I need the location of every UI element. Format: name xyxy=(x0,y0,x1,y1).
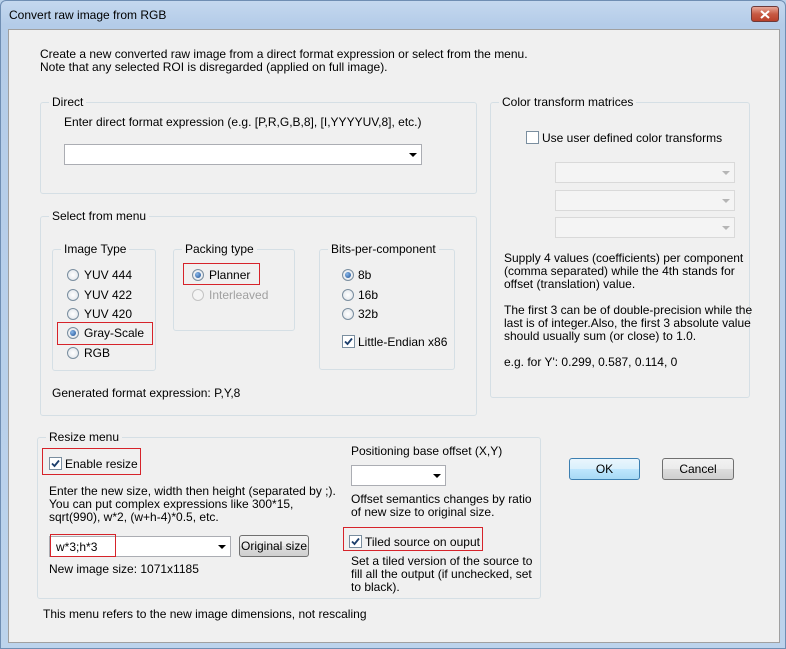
gray-scale-highlight xyxy=(57,322,153,345)
radio-16b[interactable] xyxy=(342,289,354,301)
cancel-button[interactable]: Cancel xyxy=(662,458,734,480)
color-transform-group-label: Color transform matrices xyxy=(499,95,637,109)
color-transform-group: Color transform matrices xyxy=(490,95,750,398)
close-button[interactable] xyxy=(751,6,779,22)
chevron-down-icon[interactable] xyxy=(433,474,441,478)
image-type-label: Image Type xyxy=(61,242,130,256)
dialog-window: Convert raw image from RGB Create a new … xyxy=(0,0,786,649)
little-endian-checkbox[interactable] xyxy=(342,335,355,348)
radio-interleaved[interactable] xyxy=(192,289,204,301)
packing-type-label: Packing type xyxy=(182,242,257,256)
direct-prompt: Enter direct format expression (e.g. [P,… xyxy=(64,115,422,129)
dialog-client-area: Create a new converted raw image from a … xyxy=(8,29,780,643)
chevron-down-icon xyxy=(722,171,730,175)
positioning-offset-combobox[interactable] xyxy=(351,465,446,486)
color-transform-combo-3[interactable] xyxy=(555,217,735,238)
bits-group: Bits-per-component xyxy=(319,242,455,370)
enable-resize-highlight xyxy=(42,448,141,475)
radio-yuv444[interactable] xyxy=(67,269,79,281)
tiled-help-3: to black). xyxy=(351,580,400,594)
chevron-down-icon[interactable] xyxy=(409,153,417,157)
radio-32b[interactable] xyxy=(342,308,354,320)
chevron-down-icon[interactable] xyxy=(218,545,226,549)
radio-yuv422[interactable] xyxy=(67,289,79,301)
resize-group-label: Resize menu xyxy=(46,430,123,444)
chevron-down-icon xyxy=(722,226,730,230)
little-endian-label[interactable]: Little-Endian x86 xyxy=(358,335,447,349)
intro-line-2: Note that any selected ROI is disregarde… xyxy=(40,60,388,74)
color-help-2c: should usually sum (or close) to 1.0. xyxy=(504,329,697,343)
radio-16b-label[interactable]: 16b xyxy=(358,288,378,302)
bits-label: Bits-per-component xyxy=(328,242,439,256)
color-transform-combo-1[interactable] xyxy=(555,162,735,183)
color-example: e.g. for Y': 0.299, 0.587, 0.114, 0 xyxy=(504,355,678,369)
offset-help-2: of new size to original size. xyxy=(351,505,495,519)
color-help-1c: offset (translation) value. xyxy=(504,277,636,291)
radio-interleaved-label[interactable]: Interleaved xyxy=(209,288,268,302)
user-color-transform-label[interactable]: Use user defined color transforms xyxy=(542,131,722,145)
radio-32b-label[interactable]: 32b xyxy=(358,307,378,321)
radio-yuv420[interactable] xyxy=(67,308,79,320)
direct-group-label: Direct xyxy=(49,95,87,109)
chevron-down-icon xyxy=(722,199,730,203)
color-transform-combo-2[interactable] xyxy=(555,190,735,211)
tiled-source-highlight xyxy=(343,527,483,551)
resize-help-3: sqrt(990), w*2, (w+h-4)*0.5, etc. xyxy=(49,510,219,524)
radio-yuv422-label[interactable]: YUV 422 xyxy=(84,288,132,302)
generated-format-expression: Generated format expression: P,Y,8 xyxy=(52,386,241,400)
radio-yuv420-label[interactable]: YUV 420 xyxy=(84,307,132,321)
ok-button[interactable]: OK xyxy=(569,458,640,480)
radio-rgb-label[interactable]: RGB xyxy=(84,346,110,360)
original-size-button[interactable]: Original size xyxy=(239,535,309,557)
radio-8b[interactable] xyxy=(342,269,354,281)
close-icon xyxy=(760,10,770,19)
positioning-offset-label: Positioning base offset (X,Y) xyxy=(351,444,503,458)
new-image-size: New image size: 1071x1185 xyxy=(49,562,199,576)
direct-format-combobox[interactable] xyxy=(64,144,422,165)
checkmark-icon xyxy=(344,337,353,346)
planner-highlight xyxy=(183,263,260,285)
user-color-transform-checkbox[interactable] xyxy=(526,131,539,144)
window-title: Convert raw image from RGB xyxy=(9,8,167,22)
select-menu-group-label: Select from menu xyxy=(49,209,150,223)
radio-8b-label[interactable]: 8b xyxy=(358,268,371,282)
resize-footer-note: This menu refers to the new image dimens… xyxy=(43,607,367,621)
radio-rgb[interactable] xyxy=(67,347,79,359)
radio-yuv444-label[interactable]: YUV 444 xyxy=(84,268,132,282)
title-bar[interactable]: Convert raw image from RGB xyxy=(1,1,785,29)
size-expression-highlight xyxy=(50,534,116,557)
